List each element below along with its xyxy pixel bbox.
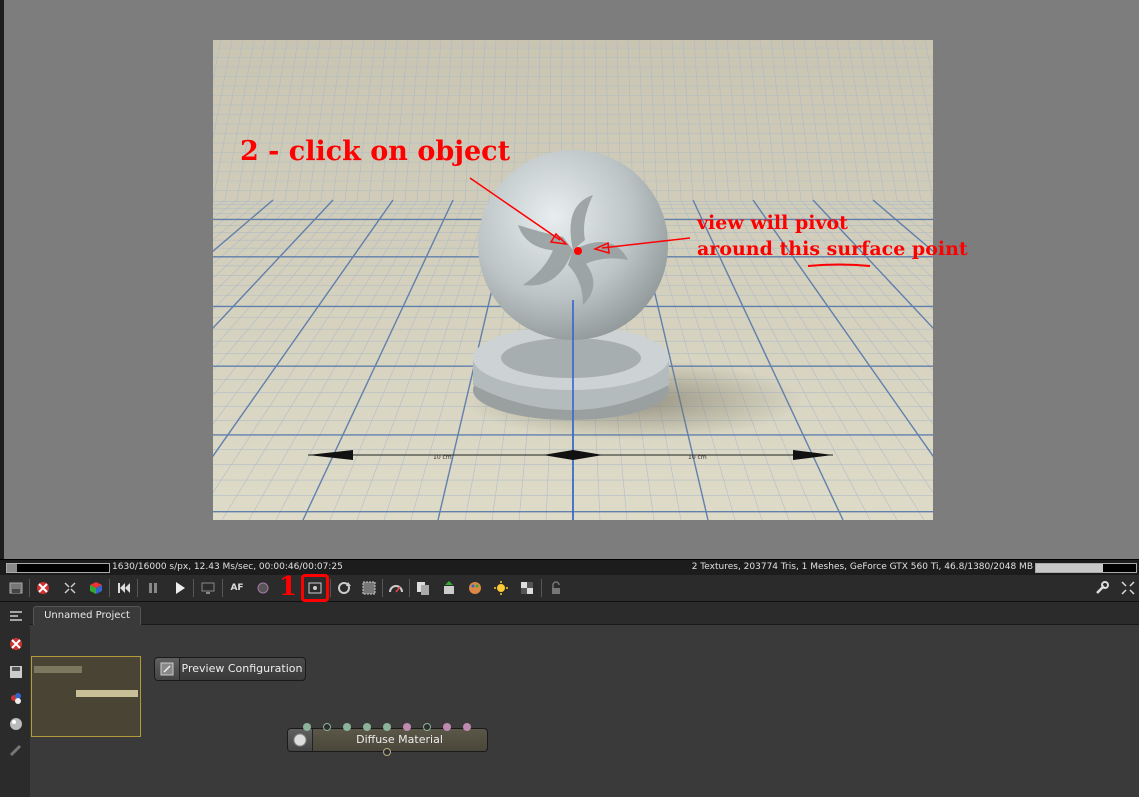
output-pin[interactable] bbox=[383, 748, 391, 756]
cube-icon[interactable] bbox=[86, 578, 106, 598]
render-stats-text: 1630/16000 s/px, 12.43 Ms/sec, 00:00:46/… bbox=[112, 562, 343, 572]
gpu-memory-bar bbox=[1035, 563, 1137, 573]
copy-icon[interactable] bbox=[413, 578, 433, 598]
region-icon[interactable] bbox=[359, 578, 379, 598]
input-pin[interactable] bbox=[323, 723, 331, 731]
highlight-pick-pivot bbox=[301, 574, 329, 602]
scale-label-right: 10 cm bbox=[688, 454, 707, 461]
scale-label-left: 10 cm bbox=[433, 454, 452, 461]
preview-config-icon bbox=[155, 658, 180, 680]
save-render-icon[interactable] bbox=[6, 578, 26, 598]
annotation-pivot-line1: view will pivot bbox=[697, 212, 848, 234]
input-pin[interactable] bbox=[463, 723, 471, 731]
play-icon[interactable] bbox=[170, 578, 190, 598]
node-diffuse-label: Diffuse Material bbox=[356, 733, 443, 746]
annotation-pivot-line2: around this surface point bbox=[697, 238, 968, 260]
render-image[interactable]: 10 cm 10 cm bbox=[213, 40, 933, 520]
graph-tools-icon[interactable] bbox=[6, 606, 26, 626]
render-progress-bar bbox=[6, 563, 110, 573]
color-icon[interactable] bbox=[253, 578, 273, 598]
project-tabstrip: Unnamed Project bbox=[30, 602, 1139, 625]
sun-icon[interactable] bbox=[491, 578, 511, 598]
gauge-icon[interactable] bbox=[386, 578, 406, 598]
lock-icon[interactable] bbox=[546, 578, 566, 598]
input-pin[interactable] bbox=[383, 723, 391, 731]
tab-unnamed-project[interactable]: Unnamed Project bbox=[33, 606, 141, 625]
pencil-icon[interactable] bbox=[6, 740, 26, 760]
export-icon[interactable] bbox=[439, 578, 459, 598]
input-pin[interactable] bbox=[343, 723, 351, 731]
input-pin[interactable] bbox=[403, 723, 411, 731]
sphere-icon[interactable] bbox=[6, 714, 26, 734]
graph-minimap[interactable] bbox=[31, 656, 141, 737]
rewind-icon[interactable] bbox=[114, 578, 134, 598]
material-sphere-icon bbox=[288, 729, 313, 751]
clear-icon[interactable] bbox=[6, 634, 26, 654]
node-preview-label: Preview Configuration bbox=[181, 662, 303, 675]
expand-icon[interactable] bbox=[1118, 578, 1138, 598]
status-bar: 1630/16000 s/px, 12.43 Ms/sec, 00:00:46/… bbox=[0, 559, 1139, 575]
gpu-stats-text: 2 Textures, 203774 Tris, 1 Meshes, GeFor… bbox=[691, 562, 1033, 572]
materials-icon[interactable] bbox=[6, 688, 26, 708]
clear-icon[interactable] bbox=[33, 578, 53, 598]
input-pin[interactable] bbox=[363, 723, 371, 731]
annotation-click-on-object: 2 - click on object bbox=[240, 136, 511, 167]
input-pin[interactable] bbox=[423, 723, 431, 731]
save-icon[interactable] bbox=[6, 662, 26, 682]
af-icon[interactable]: AF bbox=[227, 578, 247, 598]
node-preview-configuration[interactable]: Preview Configuration bbox=[154, 657, 306, 681]
input-pin[interactable] bbox=[443, 723, 451, 731]
left-sidebar bbox=[0, 602, 31, 797]
checker-icon[interactable] bbox=[517, 578, 537, 598]
input-pin[interactable] bbox=[303, 723, 311, 731]
annotation-underline bbox=[807, 263, 871, 267]
render-toolbar: AF bbox=[0, 575, 1139, 602]
node-graph[interactable]: Unnamed Project Preview Configuration Di… bbox=[30, 602, 1139, 797]
wrench-icon[interactable] bbox=[1092, 578, 1112, 598]
monitor-icon[interactable] bbox=[198, 578, 218, 598]
palette-icon[interactable] bbox=[465, 578, 485, 598]
pause-icon[interactable] bbox=[143, 578, 163, 598]
rotate-view-icon[interactable] bbox=[334, 578, 354, 598]
fit-icon[interactable] bbox=[60, 578, 80, 598]
af-label: AF bbox=[230, 583, 244, 593]
annotation-step-1: 1 bbox=[279, 572, 298, 602]
